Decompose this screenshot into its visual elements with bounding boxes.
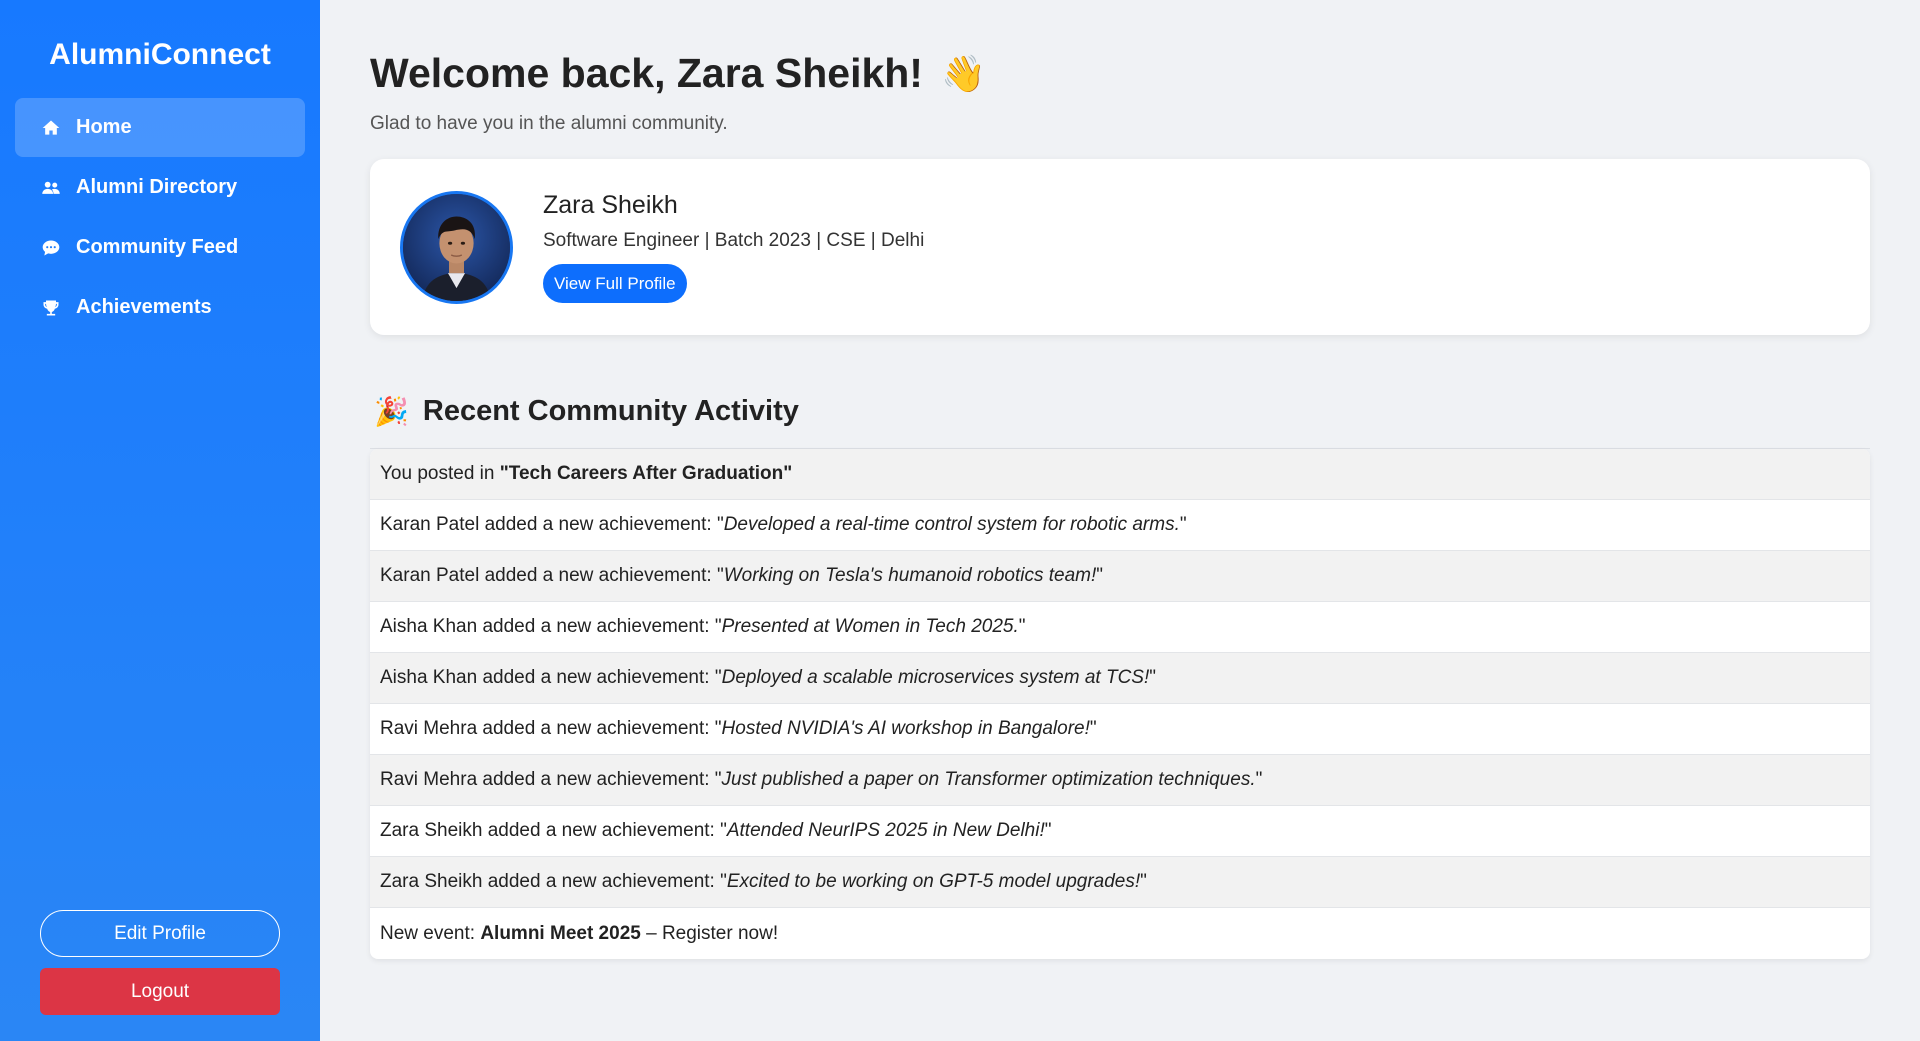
activity-list: You posted in "Tech Careers After Gradua…: [370, 449, 1870, 959]
activity-quote: Excited to be working on GPT-5 model upg…: [726, 871, 1141, 892]
profile-info: Zara Sheikh Software Engineer | Batch 20…: [543, 191, 924, 303]
activity-text: Ravi Mehra added a new achievement: ": [380, 769, 722, 790]
users-icon: [40, 177, 62, 199]
sidebar-item-label: Achievements: [76, 296, 212, 318]
list-item: Zara Sheikh added a new achievement: " Ex…: [370, 857, 1870, 908]
activity-text: Aisha Khan added a new achievement: ": [380, 616, 722, 637]
activity-text: You posted in: [380, 463, 500, 484]
activity-quote: Just published a paper on Transformer op…: [721, 769, 1256, 790]
activity-suffix: ": [1149, 667, 1156, 688]
activity-suffix: ": [1179, 514, 1187, 535]
activity-quote: Hosted NVIDIA's AI workshop in Bangalore…: [721, 718, 1090, 739]
activity-suffix: ": [1140, 871, 1147, 892]
sidebar-item-label: Community Feed: [76, 236, 239, 258]
activity-quote: Deployed a scalable microservices system…: [721, 667, 1150, 688]
activity-quote: Attended NeurIPS 2025 in New Delhi!: [726, 820, 1045, 841]
trophy-icon: [40, 297, 62, 319]
event-name: Alumni Meet 2025: [480, 922, 641, 944]
list-item: Ravi Mehra added a new achievement: " Jus…: [370, 755, 1870, 806]
activity-text: Zara Sheikh added a new achievement: ": [380, 871, 727, 892]
sidebar-item-achievements[interactable]: Achievements: [15, 278, 305, 337]
view-full-profile-button[interactable]: View Full Profile: [543, 264, 687, 303]
activity-topic: "Tech Careers After Graduation": [499, 463, 793, 484]
activity-suffix: ": [1089, 718, 1097, 739]
waving-hand-icon: 👋: [940, 52, 986, 94]
chat-icon: [40, 237, 62, 259]
activity-text: Karan Patel added a new achievement: ": [380, 565, 724, 586]
activity-suffix: ": [1044, 820, 1052, 841]
sidebar-nav: Home Alumni Directory Community Feed Ach…: [15, 98, 305, 338]
activity-text: Aisha Khan added a new achievement: ": [380, 667, 722, 688]
activity-title: Recent Community Activity: [422, 395, 799, 427]
list-item: Karan Patel added a new achievement: " De…: [370, 500, 1870, 551]
page-title: Welcome back, Zara Sheikh!: [370, 50, 923, 96]
activity-suffix: ": [1018, 616, 1026, 637]
list-item: Aisha Khan added a new achievement: " Pre…: [370, 602, 1870, 653]
activity-header: 🎉 Recent Community Activity: [370, 395, 1870, 449]
sidebar-item-alumni-directory[interactable]: Alumni Directory: [15, 158, 305, 217]
activity-quote: Developed a real-time control system for…: [723, 514, 1180, 535]
activity-suffix: ": [1255, 769, 1263, 790]
activity-text: New event:: [380, 922, 481, 944]
list-item: Aisha Khan added a new achievement: " Dep…: [370, 653, 1870, 704]
profile-card: Zara Sheikh Software Engineer | Batch 20…: [370, 159, 1870, 335]
main-content: Welcome back, Zara Sheikh! 👋 Glad to hav…: [320, 0, 1920, 1041]
sidebar-item-community-feed[interactable]: Community Feed: [15, 218, 305, 277]
list-item: Ravi Mehra added a new achievement: " Hos…: [370, 704, 1870, 755]
profile-meta: Software Engineer | Batch 2023 | CSE | D…: [543, 230, 925, 251]
sidebar: AlumniConnect Home Alumni Directory Comm…: [0, 0, 320, 1041]
page-subtitle: Glad to have you in the alumni community…: [370, 113, 728, 134]
avatar: [400, 190, 513, 304]
activity-text: Karan Patel added a new achievement: ": [380, 514, 724, 535]
activity-quote: Presented at Women in Tech 2025.: [721, 616, 1019, 637]
activity-suffix: – Register now!: [640, 922, 779, 944]
welcome-header: Welcome back, Zara Sheikh! 👋: [370, 50, 1870, 97]
sidebar-actions: Edit Profile Logout: [15, 910, 305, 1015]
sidebar-item-label: Alumni Directory: [76, 176, 238, 198]
profile-name: Zara Sheikh: [543, 191, 678, 219]
activity-text: Zara Sheikh added a new achievement: ": [380, 820, 727, 841]
list-item: You posted in "Tech Careers After Gradua…: [370, 449, 1870, 500]
party-popper-icon: 🎉: [374, 395, 409, 427]
list-item: Zara Sheikh added a new achievement: " At…: [370, 806, 1870, 857]
app: AlumniConnect Home Alumni Directory Comm…: [0, 0, 1920, 1041]
list-item: New event: Alumni Meet 2025 – Register n…: [370, 908, 1870, 959]
list-item: Karan Patel added a new achievement: " Wo…: [370, 551, 1870, 602]
activity-quote: Working on Tesla's humanoid robotics tea…: [723, 565, 1097, 586]
sidebar-item-home[interactable]: Home: [15, 98, 305, 157]
brand-logo: AlumniConnect: [49, 38, 271, 71]
home-icon: [40, 117, 62, 139]
activity-text: Ravi Mehra added a new achievement: ": [380, 718, 722, 739]
activity-suffix: ": [1096, 565, 1104, 586]
edit-profile-button[interactable]: Edit Profile: [40, 910, 280, 957]
sidebar-item-label: Home: [76, 116, 132, 138]
logout-button[interactable]: Logout: [40, 968, 280, 1015]
